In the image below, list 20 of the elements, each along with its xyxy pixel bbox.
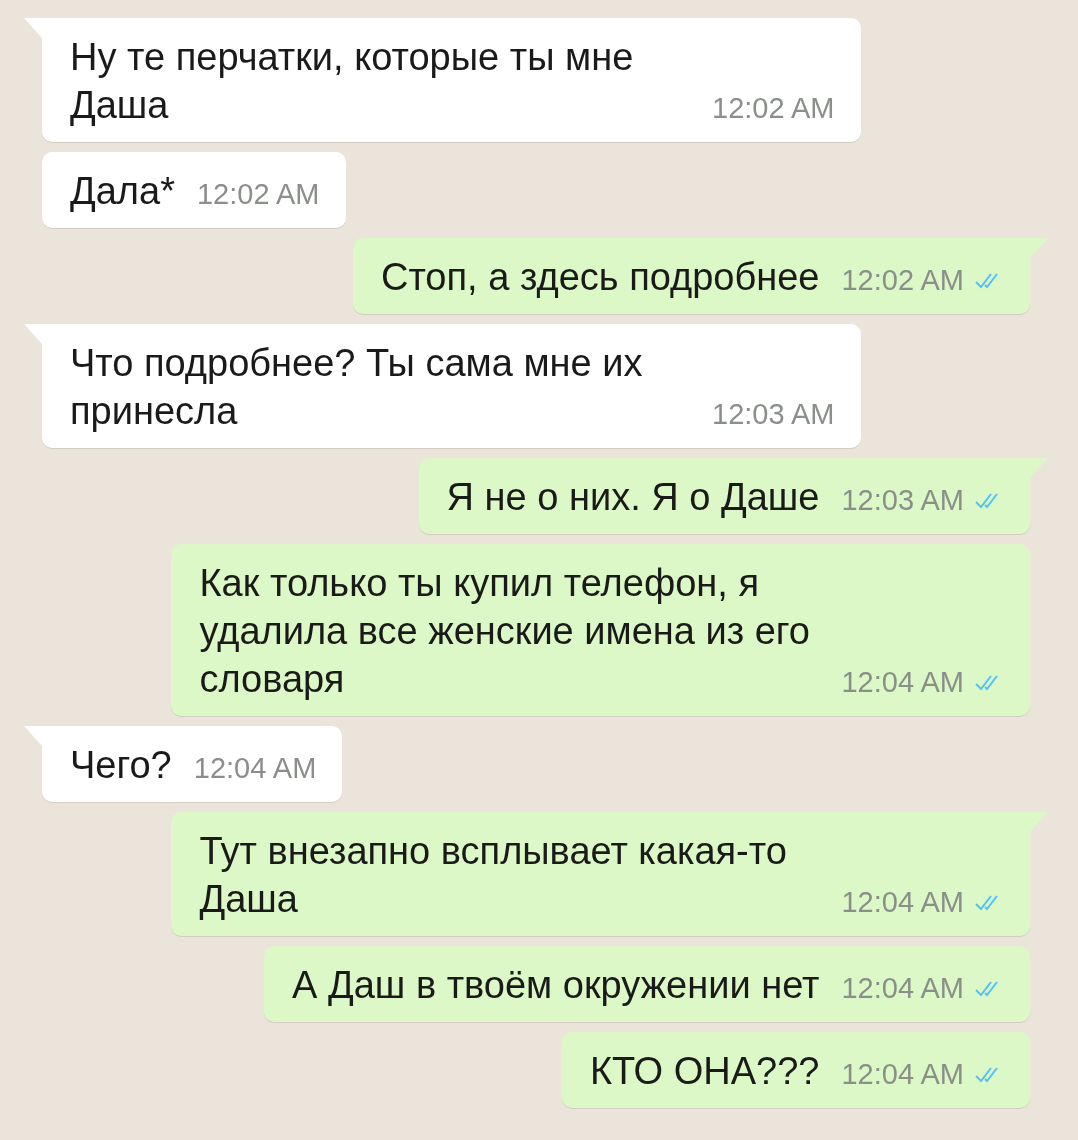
- message-text: Что подробнее? Ты сама мне их принесла: [70, 341, 644, 434]
- message-text: Стоп, а здесь подробнее: [380, 255, 820, 300]
- message-text: Ну те перчатки, которые ты мне Даша: [70, 35, 635, 128]
- message-time: 12:04 AM: [841, 886, 964, 919]
- message-time: 12:04 AM: [841, 1058, 964, 1091]
- message-text: Дала*: [70, 169, 175, 214]
- message-text: А Даш в твоём окружении нет: [292, 963, 820, 1008]
- message-text: КТО ОНА???: [589, 1049, 820, 1094]
- message-time: 12:03 AM: [712, 398, 835, 431]
- message-time: 12:02 AM: [196, 178, 320, 211]
- message-text: Я не о них. Я о Даше: [446, 475, 820, 520]
- message-time: 12:03 AM: [841, 484, 964, 517]
- message-time: 12:02 AM: [712, 92, 835, 125]
- message-time: 12:04 AM: [841, 972, 964, 1005]
- message-time: 12:04 AM: [841, 666, 964, 699]
- message-text: Чего?: [70, 743, 172, 788]
- message-text: Как только ты купил телефон, я удалила все женские имена из его словаря: [199, 561, 811, 702]
- message-text: Тут внезапно всплывает какая-то Даша: [199, 829, 788, 922]
- message-time: 12:02 AM: [841, 264, 964, 297]
- message-time: 12:04 AM: [193, 752, 317, 785]
